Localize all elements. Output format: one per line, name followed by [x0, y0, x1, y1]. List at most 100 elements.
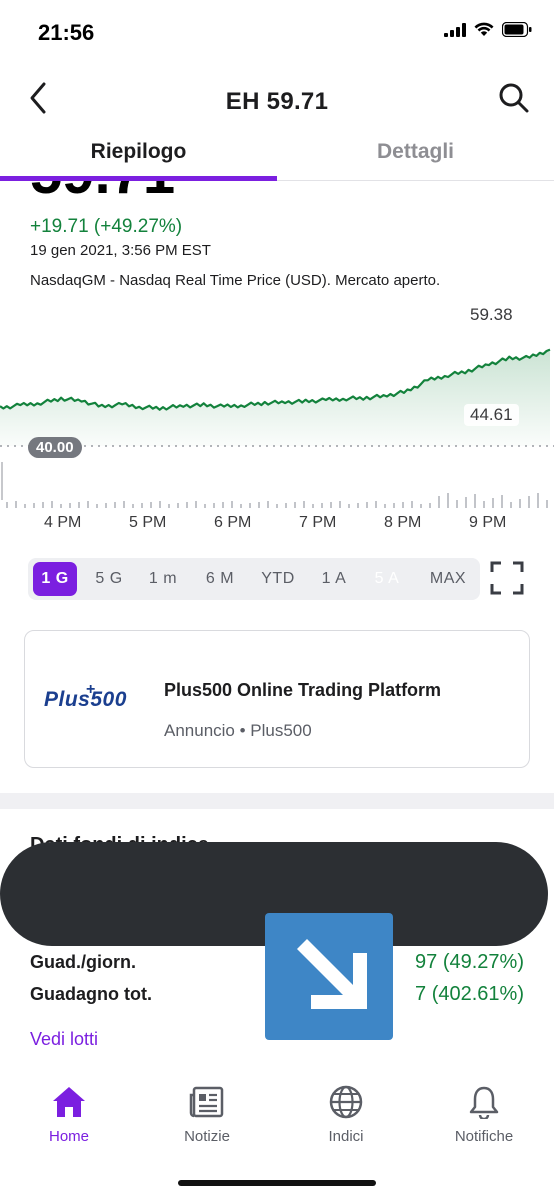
- nav-news[interactable]: Notizie: [138, 1085, 276, 1145]
- volume-bar: [312, 504, 314, 508]
- volume-bar: [483, 501, 485, 508]
- see-lots-link[interactable]: Vedi lotti: [30, 1029, 98, 1050]
- page-title: EH 59.71: [225, 88, 329, 115]
- nav-notifications-label: Notifiche: [454, 1128, 514, 1145]
- nav-notifications[interactable]: Notifiche: [415, 1085, 553, 1145]
- ad-title[interactable]: Plus500 Online Trading Platform: [164, 680, 441, 701]
- volume-bar: [357, 503, 359, 508]
- volume-bar: [510, 502, 512, 508]
- fullscreen-button[interactable]: [490, 561, 524, 595]
- volume-bar: [150, 502, 152, 508]
- day-gain-value: 97 (49.27%): [415, 951, 524, 973]
- previous-close-badge: 40.00: [28, 437, 82, 458]
- volume-bar: [366, 502, 368, 508]
- range-ytd[interactable]: YTD: [253, 558, 303, 600]
- exchange-note: NasdaqGM - Nasdaq Real Time Price (USD).…: [30, 272, 441, 289]
- volume-bars: [6, 493, 548, 508]
- range-1d[interactable]: 1 G: [33, 562, 77, 596]
- total-gain-label: Guadagno tot.: [30, 984, 152, 1004]
- volume-bar: [303, 501, 305, 508]
- home-icon: [53, 1087, 85, 1117]
- price-large: 59.71: [30, 181, 230, 203]
- fullscreen-icon: [490, 561, 524, 595]
- nav-news-label: Notizie: [184, 1128, 230, 1145]
- x-tick-label: 7 PM: [299, 514, 337, 531]
- tab-summary[interactable]: Riepilogo: [0, 140, 277, 164]
- volume-bar: [519, 499, 521, 508]
- nav-home-label: Home: [48, 1128, 89, 1145]
- range-5d[interactable]: 5 G: [86, 558, 132, 600]
- quote-timestamp: 19 gen 2021, 3:56 PM EST: [30, 242, 211, 259]
- day-gain-label: Guad./giorn.: [30, 952, 136, 972]
- volume-bar: [78, 502, 80, 508]
- volume-bar: [474, 494, 476, 508]
- range-5y: 5 A: [374, 570, 400, 587]
- volume-bar: [465, 497, 467, 508]
- globe-icon: [329, 1085, 363, 1119]
- chart-area-fill: [0, 349, 550, 446]
- volume-bar: [51, 501, 53, 508]
- plus500-logo: Plus500: [44, 688, 127, 711]
- volume-bar: [420, 504, 422, 508]
- volume-bar: [375, 501, 377, 508]
- volume-bar: [195, 501, 197, 508]
- volume-bar: [249, 503, 251, 508]
- volume-bar: [222, 502, 224, 508]
- range-max[interactable]: MAX: [420, 558, 476, 600]
- wifi-icon: [474, 22, 494, 36]
- volume-bar: [231, 501, 233, 508]
- x-tick-label: 8 PM: [384, 514, 422, 531]
- nav-indices-label: Indici: [328, 1128, 364, 1145]
- range-1m[interactable]: 1 m: [140, 558, 186, 600]
- volume-bar: [159, 501, 161, 508]
- volume-bar: [177, 503, 179, 508]
- battery-icon: [502, 22, 532, 37]
- nav-home[interactable]: Home: [0, 1085, 138, 1145]
- volume-bar: [501, 495, 503, 508]
- x-tick-label: 4 PM: [44, 514, 82, 531]
- range-6m[interactable]: 6 M: [196, 558, 244, 600]
- volume-bar: [15, 501, 17, 508]
- chart-low-label: 44.61: [464, 404, 519, 426]
- volume-bar: [492, 498, 494, 508]
- status-time: 21:56: [38, 20, 95, 45]
- section-divider: [0, 793, 554, 809]
- volume-bar: [96, 504, 98, 508]
- signal-icon: [444, 22, 466, 37]
- nav-indices[interactable]: Indici: [277, 1085, 415, 1145]
- volume-bar: [429, 503, 431, 508]
- volume-bar: [24, 504, 26, 508]
- home-indicator: [178, 1180, 376, 1186]
- volume-bar: [123, 501, 125, 508]
- search-button[interactable]: [496, 80, 532, 116]
- volume-bar: [168, 504, 170, 508]
- volume-bar: [186, 502, 188, 508]
- volume-bar: [537, 493, 539, 508]
- volume-bar: [447, 493, 449, 508]
- x-tick-label: 5 PM: [129, 514, 167, 531]
- volume-bar: [330, 502, 332, 508]
- volume-bar: [348, 504, 350, 508]
- volume-bar: [456, 500, 458, 508]
- volume-bar: [60, 504, 62, 508]
- volume-bar: [528, 496, 530, 508]
- x-tick-label: 9 PM: [469, 514, 507, 531]
- volume-bar: [42, 502, 44, 508]
- volume-bar: [294, 502, 296, 508]
- x-tick-label: 6 PM: [214, 514, 252, 531]
- volume-bar: [258, 502, 260, 508]
- volume-bar: [339, 501, 341, 508]
- tab-details[interactable]: Dettagli: [277, 140, 554, 164]
- volume-bar: [6, 502, 8, 508]
- ad-meta: Annuncio • Plus500: [164, 721, 312, 740]
- price-change: +19.71 (+49.27%): [30, 216, 183, 237]
- volume-bar: [276, 504, 278, 508]
- volume-bar: [204, 504, 206, 508]
- volume-bar: [321, 503, 323, 508]
- arrow-down-right-icon: [265, 913, 393, 1040]
- search-icon: [499, 83, 529, 113]
- total-gain-value: 7 (402.61%): [415, 983, 524, 1005]
- range-1y[interactable]: 1 A: [311, 558, 357, 600]
- volume-bar: [132, 504, 134, 508]
- volume-bar: [438, 496, 440, 508]
